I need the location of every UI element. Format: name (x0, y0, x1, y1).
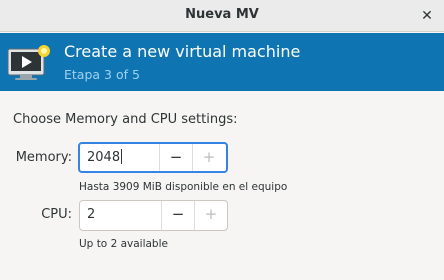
wizard-content: Choose Memory and CPU settings: Memory: … (0, 91, 444, 280)
cpu-increment-button[interactable]: + (194, 201, 227, 230)
memory-label: Memory: (15, 150, 72, 165)
text-caret (121, 149, 123, 164)
cpu-hint: Up to 2 available (79, 238, 168, 250)
cpu-label: CPU: (41, 207, 72, 222)
title-bar: Nueva MV ✕ (0, 0, 444, 32)
wizard-step: Etapa 3 of 5 (64, 67, 140, 82)
memory-spinbutton[interactable]: 2048 − + (78, 142, 228, 173)
cpu-decrement-button[interactable]: − (161, 201, 194, 230)
memory-increment-button[interactable]: + (192, 144, 225, 171)
wizard-header: Create a new virtual machine Etapa 3 of … (0, 33, 444, 91)
window-title: Nueva MV (185, 7, 259, 22)
memory-decrement-button[interactable]: − (159, 144, 192, 171)
memory-input[interactable]: 2048 (80, 144, 159, 171)
memory-hint: Hasta 3909 MiB disponible en el equipo (79, 181, 288, 193)
close-button[interactable]: ✕ (416, 5, 438, 27)
wizard-headline: Create a new virtual machine (64, 42, 301, 61)
section-title: Choose Memory and CPU settings: (13, 112, 238, 127)
cpu-spinbutton[interactable]: 2 − + (79, 200, 228, 231)
cpu-input[interactable]: 2 (80, 201, 161, 230)
vm-monitor-new-icon (7, 45, 50, 80)
